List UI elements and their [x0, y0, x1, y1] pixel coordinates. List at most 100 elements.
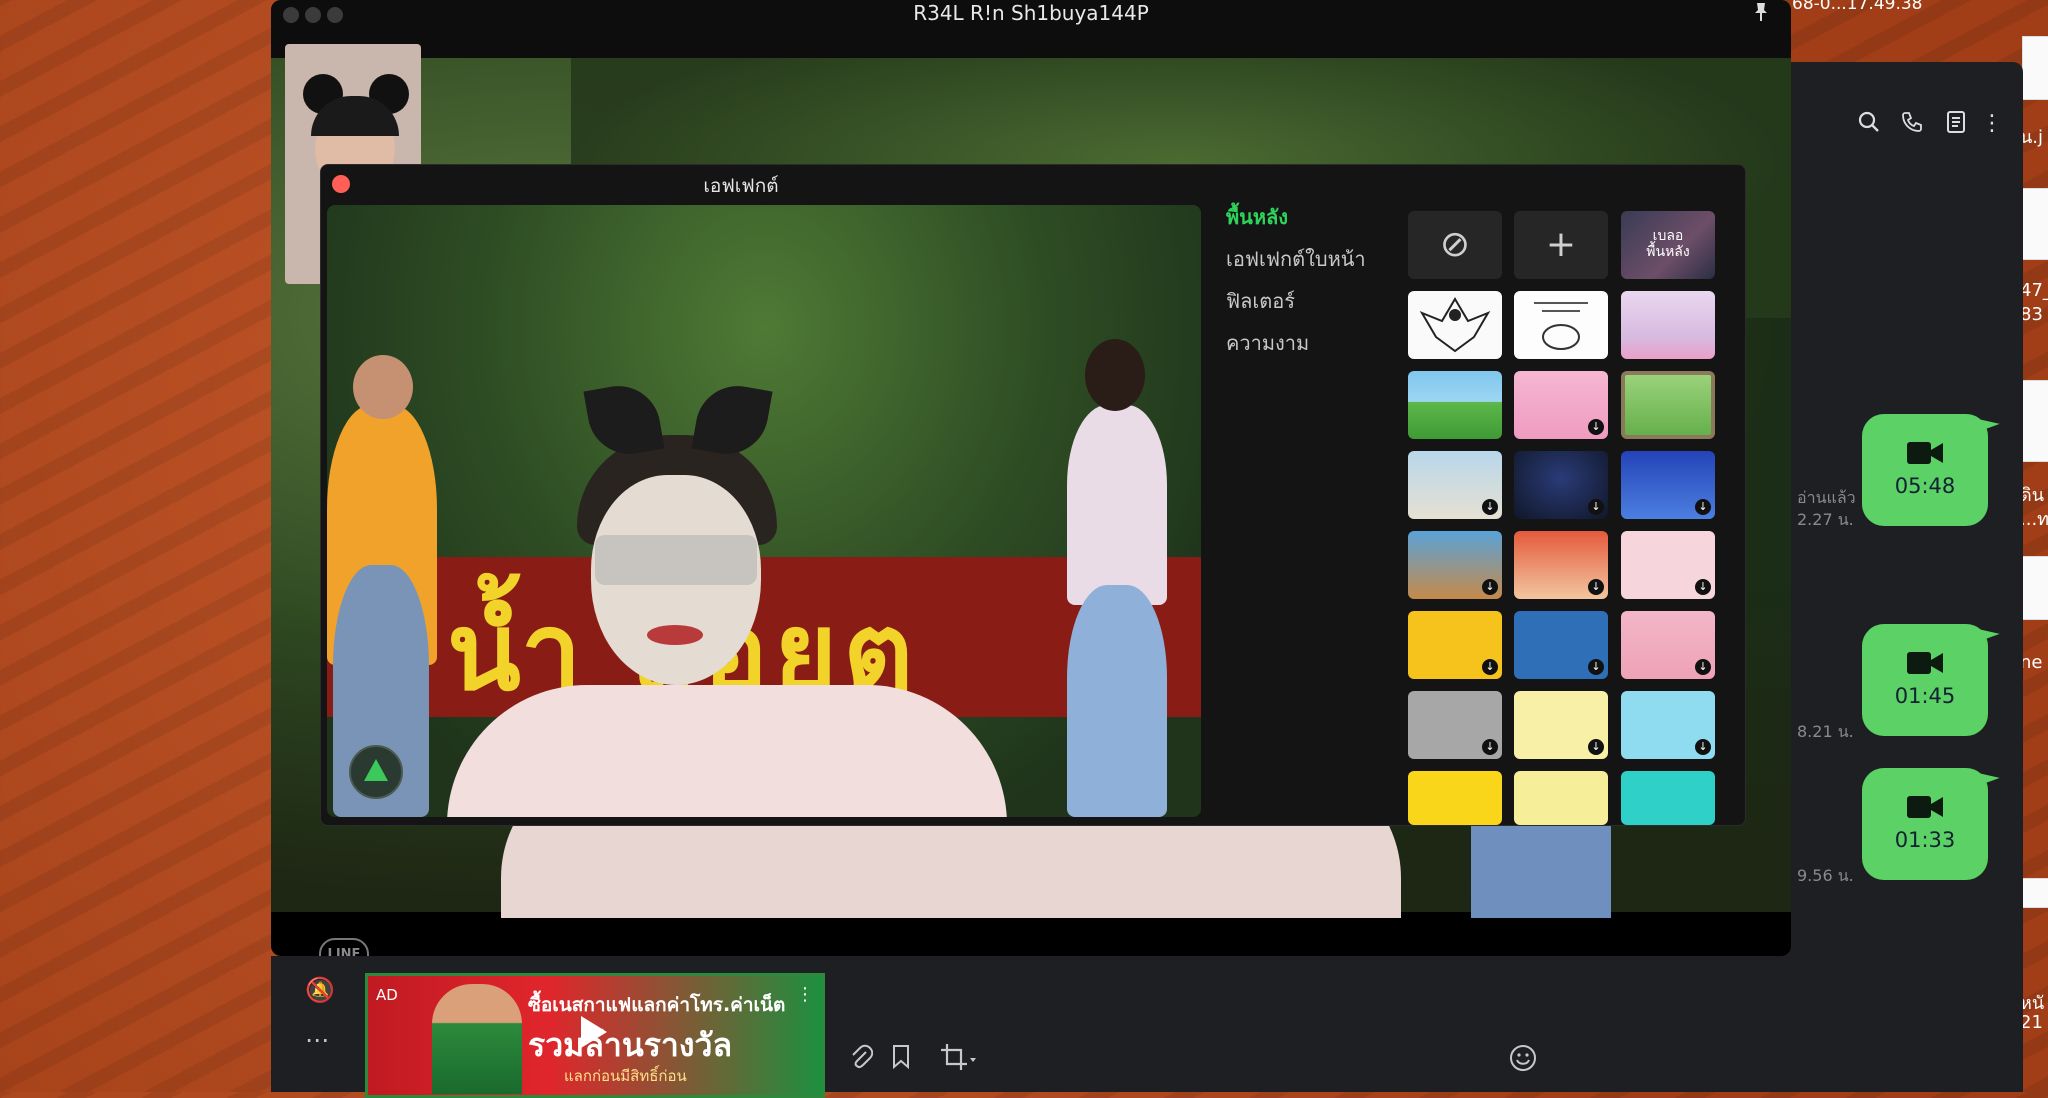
desktop-file-label: 47_	[2020, 280, 2048, 301]
dialog-title: เอฟเฟกต์	[703, 175, 779, 197]
preview-cat-ear-right	[691, 379, 773, 461]
preview-person-left-head	[353, 355, 413, 419]
download-icon: ↓	[1588, 579, 1604, 595]
message-time: 8.21 น.	[1797, 722, 1854, 741]
desktop-file-icon[interactable]	[2022, 380, 2048, 462]
preview-main-glasses	[595, 535, 757, 585]
ad-person-image	[432, 984, 522, 1094]
category-face-effects[interactable]: เอฟเฟกต์ใบหน้า	[1226, 243, 1366, 275]
call-duration: 01:33	[1894, 828, 1956, 852]
video-call-message[interactable]: 05:48	[1862, 410, 2000, 526]
download-icon: ↓	[1482, 499, 1498, 515]
attach-icon[interactable]	[849, 1044, 874, 1076]
download-icon: ↓	[1695, 499, 1711, 515]
search-icon[interactable]	[1855, 110, 1883, 138]
video-camera-icon	[1907, 796, 1943, 818]
phone-icon[interactable]	[1898, 110, 1926, 138]
ad-banner[interactable]: AD ซื้อเนสกาแฟแลกค่าโทร.ค่าเน็ต รวมล้านร…	[365, 973, 825, 1098]
chat-input-area: 🔕 ⋯ AD ซื้อเนสกาแฟแลกค่าโทร.ค่าเน็ต รวมล…	[271, 956, 1745, 1098]
desktop-file-label: ne	[2020, 652, 2043, 673]
screenshot-crop-icon[interactable]	[941, 1044, 977, 1076]
call-titlebar: R34L R!n Sh1buya144P	[271, 0, 1791, 58]
background-tile[interactable]: ↓	[1621, 531, 1715, 599]
background-tile[interactable]: ↓	[1408, 611, 1502, 679]
desktop-file-icon[interactable]	[2022, 188, 2048, 260]
desktop-file-icon[interactable]	[2022, 878, 2048, 908]
background-tile[interactable]: ↓	[1621, 611, 1715, 679]
video-call-message[interactable]: 01:33	[1862, 764, 2000, 880]
desktop-file-label: 21	[2020, 1012, 2043, 1033]
play-icon[interactable]	[581, 1016, 607, 1048]
background-tile[interactable]: ↓	[1514, 531, 1608, 599]
category-beauty[interactable]: ความงาม	[1226, 327, 1309, 359]
background-tile[interactable]: ↓	[1514, 371, 1608, 439]
bookmark-icon[interactable]	[891, 1044, 911, 1076]
ad-menu-icon[interactable]: ⋮	[796, 984, 814, 1005]
pin-icon[interactable]	[1753, 2, 1771, 24]
garuda-emblem-icon	[1419, 297, 1491, 353]
download-icon: ↓	[1482, 659, 1498, 675]
preview-main-lips	[647, 625, 703, 645]
call-duration: 01:45	[1894, 684, 1956, 708]
blur-background-button[interactable]: เบลอ พื้นหลัง	[1621, 211, 1715, 279]
desktop-file-icon[interactable]	[2022, 556, 2048, 620]
more-vertical-icon[interactable]: ⋮	[1978, 110, 2006, 138]
download-icon: ↓	[1588, 659, 1604, 675]
ad-headline: ซื้อเนสกาแฟแลกค่าโทร.ค่าเน็ต	[528, 994, 786, 1016]
notes-icon[interactable]	[1942, 110, 1970, 138]
download-icon: ↓	[1695, 579, 1711, 595]
background-tile[interactable]: ↓	[1514, 451, 1608, 519]
preview-person-right-head	[1085, 339, 1145, 411]
background-tile[interactable]	[1408, 371, 1502, 439]
background-tile[interactable]: ↓	[1621, 451, 1715, 519]
background-tile[interactable]	[1514, 771, 1608, 825]
ad-subtitle: แลกก่อนมีสิทธิ์ก่อน	[564, 1067, 687, 1085]
download-icon: ↓	[1588, 499, 1604, 515]
desktop-file-label: ...ท	[2020, 509, 2048, 530]
background-tile[interactable]: ↓	[1408, 451, 1502, 519]
category-filters[interactable]: ฟิลเตอร์	[1226, 285, 1295, 317]
background-tile[interactable]: ↓	[1408, 691, 1502, 759]
call-duration: 05:48	[1894, 474, 1956, 498]
background-tile[interactable]: ↓	[1621, 691, 1715, 759]
category-background[interactable]: พื้นหลัง	[1226, 201, 1288, 233]
download-icon: ↓	[1695, 659, 1711, 675]
download-icon: ↓	[1695, 739, 1711, 755]
effects-dialog: เอฟเฟกต์ น้ำ สอยต พื้นหลัง เอฟเฟกต์ใบหน้…	[320, 164, 1746, 826]
ad-badge: AD	[376, 986, 398, 1004]
desktop-file-label: น.j	[2020, 127, 2044, 148]
video-camera-icon	[1907, 652, 1943, 674]
emoji-icon[interactable]	[1509, 1044, 1537, 1078]
preview-person-right-jeans	[1067, 585, 1167, 817]
desktop-top-label: 68-0...17.49.38	[1792, 0, 1923, 14]
none-background-button[interactable]: ⊘	[1408, 211, 1502, 279]
background-tile[interactable]	[1514, 291, 1608, 359]
video-call-message[interactable]: 01:45	[1862, 620, 2000, 736]
ar-effect-button[interactable]	[349, 745, 403, 799]
add-background-button[interactable]: +	[1514, 211, 1608, 279]
download-icon: ↓	[1482, 579, 1498, 595]
preview-person-right	[1067, 405, 1167, 605]
background-tile[interactable]	[1621, 291, 1715, 359]
blur-label-line2: พื้นหลัง	[1646, 244, 1690, 260]
background-tile[interactable]	[1408, 291, 1502, 359]
background-tile[interactable]: ↓	[1514, 611, 1608, 679]
background-tile[interactable]: ↓	[1408, 531, 1502, 599]
background-tile[interactable]	[1408, 771, 1502, 825]
video-jeans	[1471, 818, 1611, 918]
line-watermark: LINE	[319, 938, 369, 956]
desktop-file-icon[interactable]	[2022, 36, 2048, 100]
triangle-icon	[364, 759, 388, 781]
video-camera-icon	[1907, 442, 1943, 464]
more-horizontal-icon[interactable]: ⋯	[305, 1026, 329, 1054]
desktop-file-label: 83	[2020, 304, 2043, 325]
download-icon: ↓	[1588, 739, 1604, 755]
background-tile[interactable]: ↓	[1514, 691, 1608, 759]
mute-notification-icon[interactable]: 🔕	[305, 976, 335, 1004]
background-tile[interactable]	[1621, 771, 1715, 825]
sticker-text-icon	[1534, 302, 1588, 350]
background-tile[interactable]	[1621, 371, 1715, 439]
download-icon: ↓	[1588, 419, 1604, 435]
preview-cat-ear-left	[583, 379, 665, 461]
preview-main-shirt	[447, 685, 1007, 817]
